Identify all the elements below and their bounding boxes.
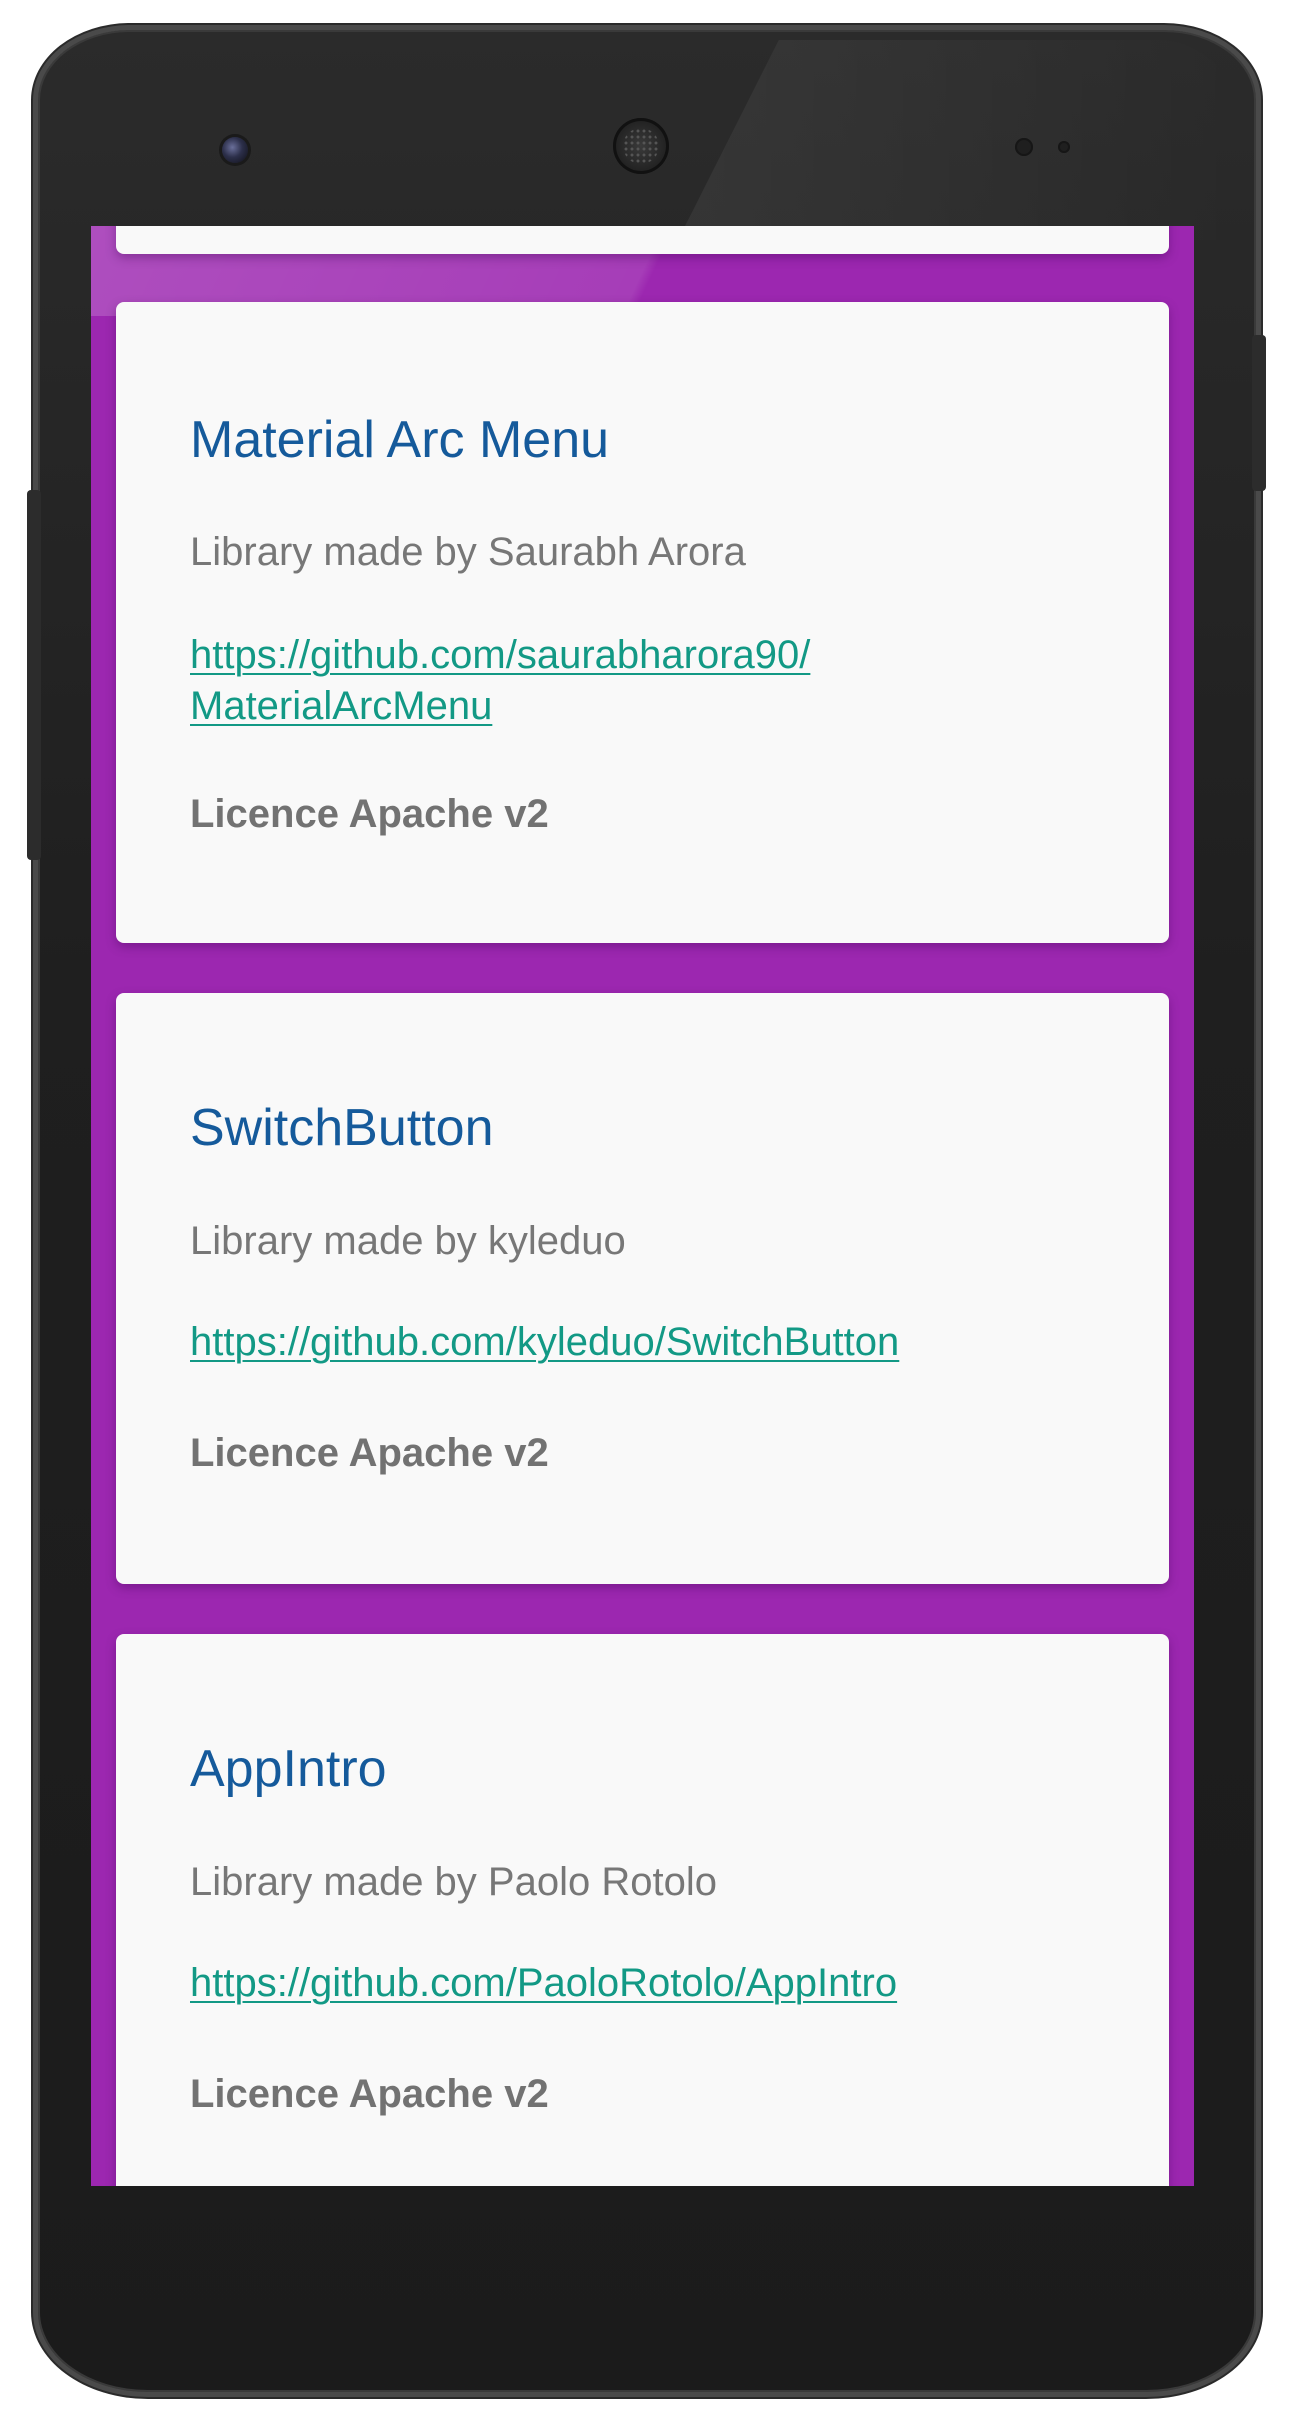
library-licence: Licence Apache v2: [190, 1431, 549, 1475]
library-link-line[interactable]: https://github.com/PaoloRotolo/AppIntro: [190, 1958, 897, 2009]
library-author: Library made by kyleduo: [190, 1219, 626, 1263]
earpiece-speaker-icon: [613, 118, 669, 174]
front-camera-icon: [222, 137, 248, 163]
library-card: SwitchButton Library made by kyleduo htt…: [116, 993, 1169, 1584]
library-link-line[interactable]: MaterialArcMenu: [190, 681, 810, 732]
library-link-line[interactable]: https://github.com/saurabharora90/: [190, 630, 810, 681]
phone-glare: [678, 40, 1238, 240]
library-link[interactable]: https://github.com/saurabharora90/ Mater…: [190, 630, 810, 732]
library-card: Material Arc Menu Library made by Saurab…: [116, 302, 1169, 943]
volume-button: [27, 490, 41, 860]
library-author: Library made by Saurabh Arora: [190, 530, 746, 574]
device-frame: Material Arc Menu Library made by Saurab…: [0, 0, 1292, 2425]
library-licence: Licence Apache v2: [190, 792, 549, 836]
library-licence: Licence Apache v2: [190, 2072, 549, 2116]
library-title: SwitchButton: [190, 1099, 494, 1157]
light-sensor-icon: [1058, 141, 1070, 153]
power-button: [1252, 335, 1266, 491]
library-link[interactable]: https://github.com/PaoloRotolo/AppIntro: [190, 1958, 897, 2009]
proximity-sensor-icon: [1015, 138, 1033, 156]
library-link-line[interactable]: https://github.com/kyleduo/SwitchButton: [190, 1317, 899, 1368]
screen[interactable]: Material Arc Menu Library made by Saurab…: [91, 226, 1194, 2186]
library-card-previous: [116, 226, 1169, 254]
library-card: AppIntro Library made by Paolo Rotolo ht…: [116, 1634, 1169, 2186]
library-link[interactable]: https://github.com/kyleduo/SwitchButton: [190, 1317, 899, 1368]
library-author: Library made by Paolo Rotolo: [190, 1860, 717, 1904]
library-title: AppIntro: [190, 1740, 387, 1798]
library-title: Material Arc Menu: [190, 411, 610, 469]
